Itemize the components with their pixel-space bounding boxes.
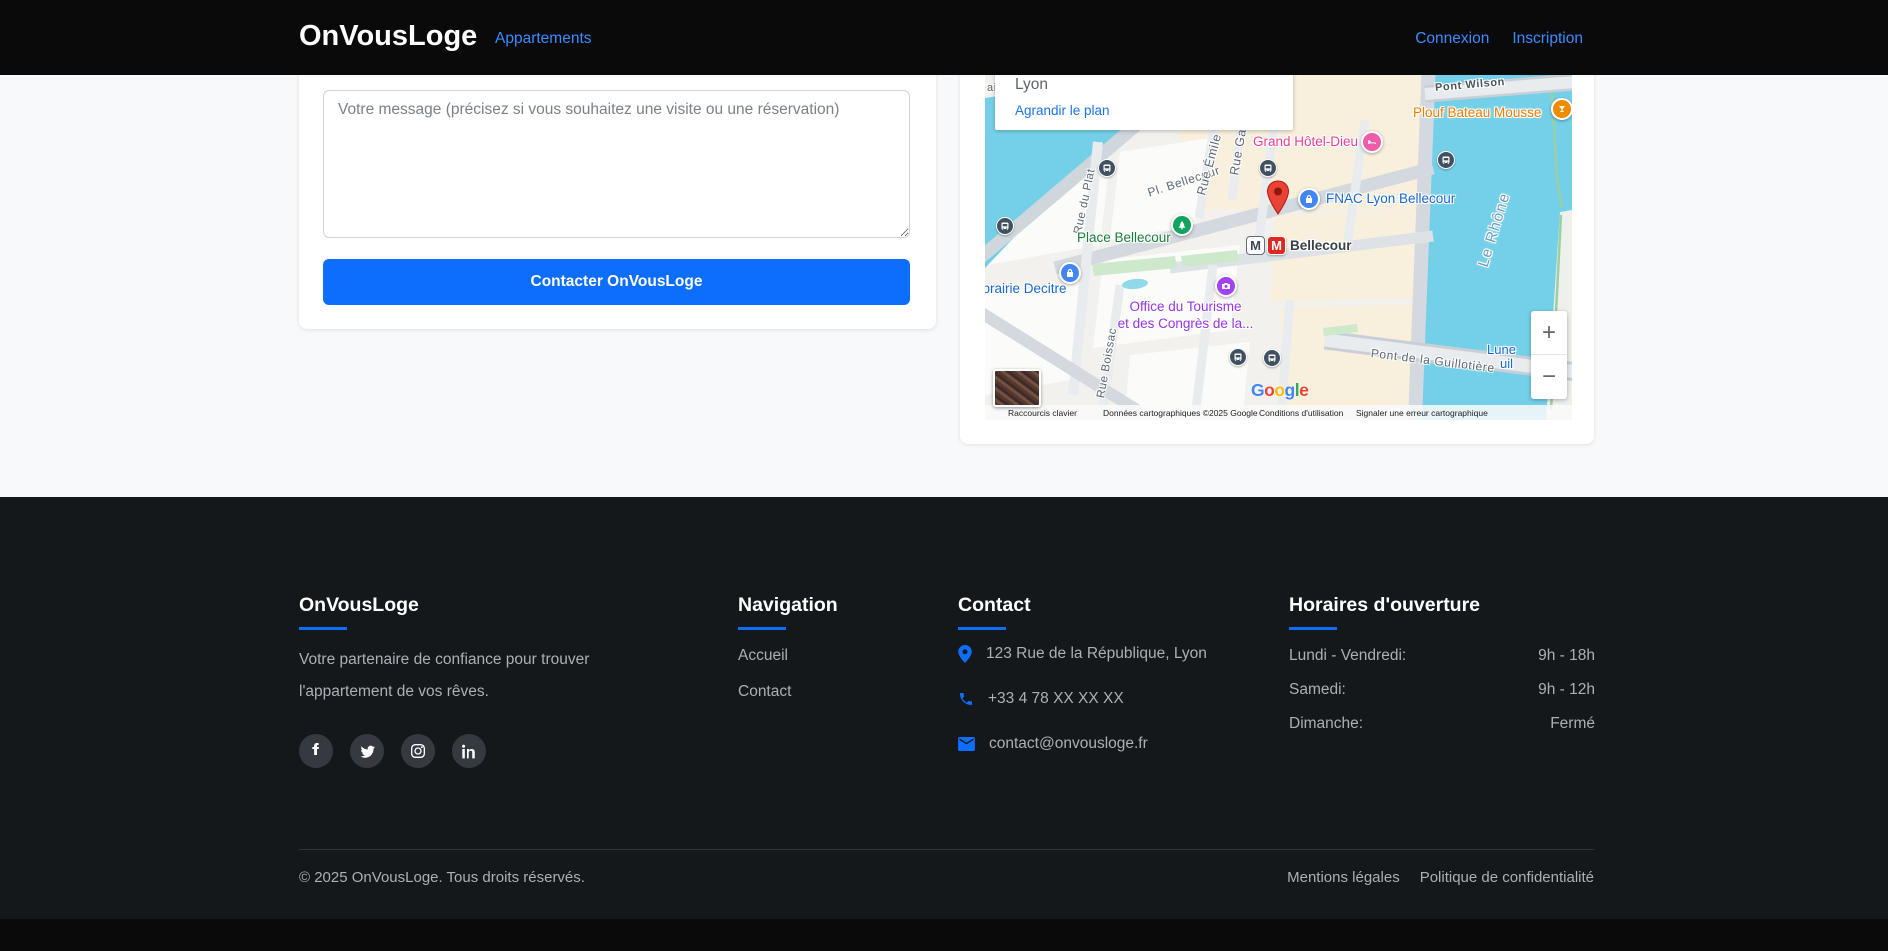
footer-phone-row: +33 4 78 XX XX XX [958, 690, 1124, 708]
contact-form-card: Contacter OnVousLoge [299, 40, 936, 329]
footer-address: 123 Rue de la République, Lyon [986, 645, 1207, 663]
google-map[interactable]: Pont Wilson Pl. Bellecour Rue du Plat Ru… [985, 60, 1572, 420]
bus-stop-icon [1098, 159, 1116, 177]
hours-label: Lundi - Vendredi: [1289, 647, 1406, 665]
footer-hours-title: Horaires d'ouverture [1289, 594, 1480, 617]
zoom-in-button[interactable]: + [1531, 311, 1567, 355]
page-background [0, 75, 1888, 497]
footer: OnVousLoge Votre partenaire de confiance… [0, 497, 1888, 919]
accent-underline [299, 627, 347, 630]
footer-navigation-title: Navigation [738, 594, 838, 617]
map-label-librairie-decitre: Librairie Decitre [985, 281, 1067, 296]
social-links [299, 734, 486, 768]
decitre-lock-poi-icon[interactable] [1059, 262, 1081, 284]
google-logo-letter: G [1251, 380, 1264, 400]
legal-links: Mentions légales Politique de confidenti… [1287, 869, 1594, 886]
map-marker-pin[interactable] [1266, 180, 1290, 221]
hours-row: Lundi - Vendredi: 9h - 18h [1289, 647, 1595, 665]
map-data-text: Données cartographiques ©2025 Google [1103, 408, 1258, 418]
copyright-text: © 2025 OnVousLoge. Tous droits réservés. [299, 869, 585, 886]
zoom-out-button[interactable]: − [1531, 355, 1567, 399]
park-tree-poi-icon[interactable] [1171, 214, 1193, 236]
camera-poi-icon[interactable] [1215, 275, 1237, 297]
office-line-2: et des Congrès de la... [1103, 315, 1268, 332]
accent-underline [1289, 627, 1337, 630]
accent-underline [958, 627, 1006, 630]
message-textarea[interactable] [323, 90, 910, 238]
report-error-link[interactable]: Signaler une erreur cartographique [1356, 408, 1488, 418]
contact-submit-button[interactable]: Contacter OnVousLoge [323, 259, 910, 305]
footer-brand-title: OnVousLoge [299, 594, 419, 617]
map-card: Pont Wilson Pl. Bellecour Rue du Plat Ru… [960, 40, 1594, 444]
map-label-place-bellecour: Place Bellecour [1077, 230, 1171, 245]
footer-brand-description: Votre partenaire de confiance pour trouv… [299, 644, 649, 708]
office-line-1: Office du Tourisme [1103, 298, 1268, 315]
map-label-fragment-uil: uil [1500, 356, 1513, 371]
hours-row: Samedi: 9h - 12h [1289, 681, 1595, 699]
brand-logo[interactable]: OnVousLoge [299, 20, 477, 53]
bus-stop-icon [1229, 348, 1247, 366]
footer-link-contact[interactable]: Contact [738, 683, 791, 701]
metro-station-icon[interactable]: M [1267, 236, 1286, 255]
google-logo[interactable]: Google [1251, 380, 1308, 401]
footer-link-accueil[interactable]: Accueil [738, 647, 788, 665]
footer-email: contact@onvousloge.fr [989, 735, 1148, 753]
bus-stop-icon [996, 217, 1014, 235]
mentions-legales-link[interactable]: Mentions légales [1287, 869, 1400, 886]
phone-icon [958, 691, 974, 707]
google-logo-letter: o [1274, 380, 1284, 400]
hours-value: 9h - 12h [1538, 681, 1595, 699]
accent-underline [738, 627, 786, 630]
location-pin-icon [958, 645, 972, 663]
hours-row: Dimanche: Fermé [1289, 715, 1595, 733]
google-logo-letter: e [1299, 380, 1308, 400]
fnac-lock-poi-icon[interactable] [1298, 188, 1320, 210]
map-info-city: Lyon [1015, 76, 1048, 94]
nav-link-connexion[interactable]: Connexion [1415, 30, 1489, 48]
map-label-office-tourisme: Office du Tourisme et des Congrès de la.… [1103, 298, 1268, 332]
twitter-icon[interactable] [350, 734, 384, 768]
terms-link[interactable]: Conditions d'utilisation [1259, 408, 1343, 418]
bus-stop-icon [1437, 151, 1455, 169]
google-logo-letter: o [1264, 380, 1274, 400]
hours-label: Dimanche: [1289, 715, 1363, 733]
envelope-icon [958, 737, 975, 751]
satellite-view-toggle[interactable] [993, 369, 1041, 407]
cocktail-poi-icon[interactable] [1551, 98, 1572, 120]
nav-link-appartements[interactable]: Appartements [495, 30, 592, 48]
google-logo-letter: g [1285, 380, 1295, 400]
hotel-poi-icon[interactable] [1361, 131, 1383, 153]
hours-value: Fermé [1550, 715, 1595, 733]
footer-address-row: 123 Rue de la République, Lyon [958, 645, 1207, 663]
map-label-bellecour: Bellecour [1290, 238, 1352, 253]
footer-divider [299, 849, 1594, 850]
map-attribution-bar: Raccourcis clavier Données cartographiqu… [985, 405, 1572, 420]
instagram-icon[interactable] [401, 734, 435, 768]
top-navbar: OnVousLoge Appartements Connexion Inscri… [0, 0, 1888, 75]
keyboard-shortcuts-button[interactable]: Raccourcis clavier [1008, 408, 1077, 418]
facebook-icon[interactable] [299, 734, 333, 768]
enlarge-map-link[interactable]: Agrandir le plan [1015, 103, 1110, 118]
map-label-fragment-lune: Lune [1487, 342, 1516, 357]
politique-confidentialite-link[interactable]: Politique de confidentialité [1420, 869, 1594, 886]
footer-email-row: contact@onvousloge.fr [958, 735, 1148, 753]
hours-label: Samedi: [1289, 681, 1346, 699]
linkedin-icon[interactable] [452, 734, 486, 768]
auth-links: Connexion Inscription [1415, 30, 1583, 48]
footer-contact-title: Contact [958, 594, 1031, 617]
map-label-fnac: FNAC Lyon Bellecour [1326, 191, 1455, 206]
map-label-grand-hotel-dieu: Grand Hôtel-Dieu [1253, 134, 1358, 149]
bus-stop-icon [1259, 159, 1277, 177]
footer-phone: +33 4 78 XX XX XX [988, 690, 1124, 708]
hours-value: 9h - 18h [1538, 647, 1595, 665]
map-zoom-control: + − [1531, 311, 1567, 399]
bus-stop-icon [1263, 349, 1281, 367]
metro-station-icon[interactable]: M [1246, 236, 1265, 255]
map-label-plouf-bateau-mousse: Plouf Bateau Mousse [1413, 105, 1541, 120]
nav-link-inscription[interactable]: Inscription [1512, 30, 1583, 48]
